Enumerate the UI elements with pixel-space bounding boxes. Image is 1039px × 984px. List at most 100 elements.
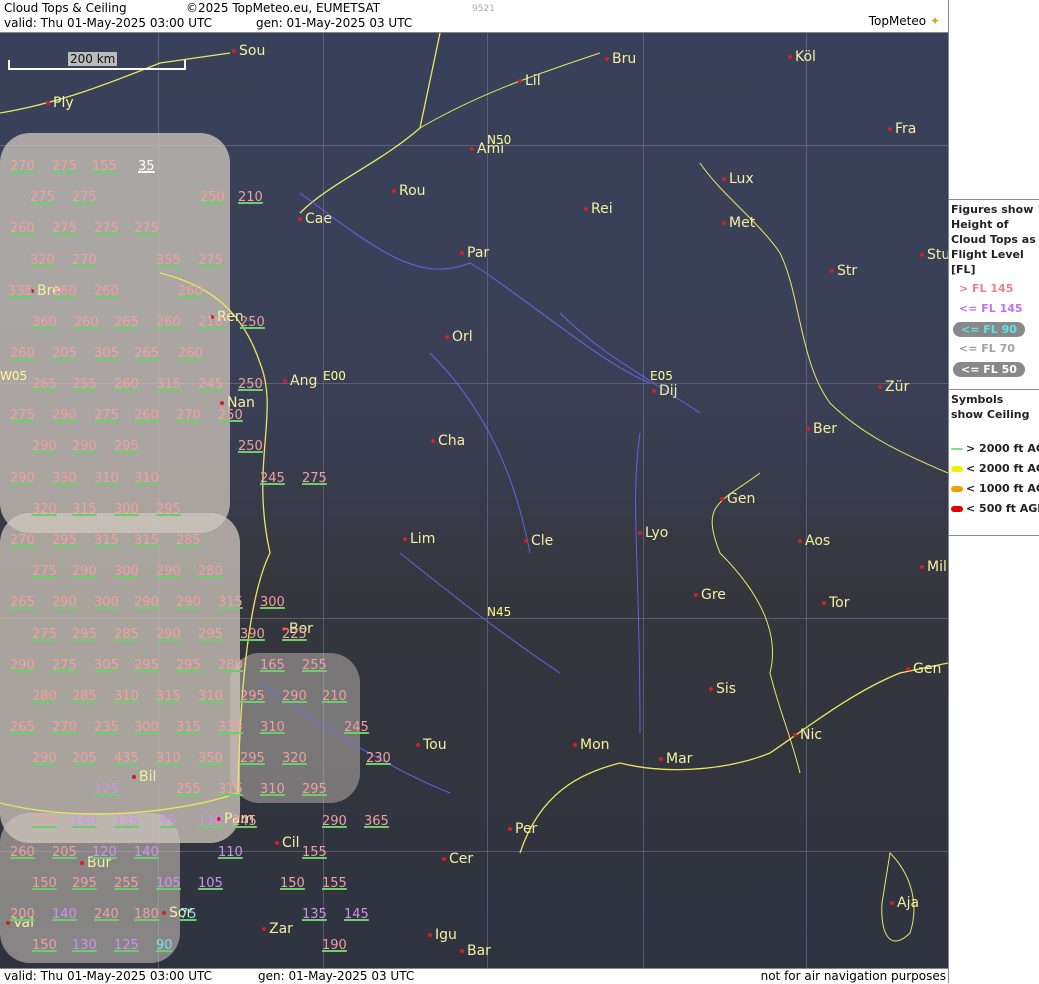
city-label: Cha [431, 433, 465, 449]
tops-legend-item: <= FL 90 [953, 322, 1025, 337]
tops-legend-item: > FL 145 [959, 282, 1014, 295]
city-dot-icon [709, 687, 713, 691]
flight-level-label: 355 [156, 253, 181, 268]
city-label: Mon [573, 737, 610, 753]
grid-coordinate-label: E05 [650, 369, 673, 383]
flight-level-label: 290 [134, 595, 159, 610]
city-label: Str [830, 263, 857, 279]
city-label: Bil [132, 769, 156, 785]
flight-level-label: 295 [114, 439, 139, 454]
city-dot-icon [659, 757, 663, 761]
flight-level-label: 180 [134, 907, 159, 922]
city-dot-icon [890, 901, 894, 905]
flight-level-label: 290 [10, 658, 35, 673]
flight-level-label: 275 [134, 221, 159, 236]
header-bar: Cloud Tops & Ceiling ©2025 TopMeteo.eu, … [0, 0, 948, 33]
city-dot-icon [508, 827, 512, 831]
flight-level-label: 150 [32, 938, 57, 953]
flight-level-label: 135 [302, 907, 327, 922]
flight-level-label: 315 [218, 782, 243, 797]
flight-level-label: 235 [94, 720, 119, 735]
city-label: Ang [283, 373, 317, 389]
ceiling-legend-item: < 500 ft AGL [951, 502, 1039, 515]
city-dot-icon [460, 949, 464, 953]
flight-level-label: 225 [282, 627, 307, 642]
city-label: Bru [605, 51, 636, 67]
city-label: Rou [392, 183, 426, 199]
city-label: Fra [888, 121, 916, 137]
flight-level-label: 200 [10, 907, 35, 922]
city-dot-icon [403, 537, 407, 541]
city-dot-icon [275, 841, 279, 845]
city-label: Lyo [638, 525, 668, 541]
flight-level-label: 260 [10, 346, 35, 361]
tops-legend-item: <= FL 50 [953, 362, 1025, 377]
city-dot-icon [788, 55, 792, 59]
city-dot-icon [694, 593, 698, 597]
flight-level-label: 275 [52, 159, 77, 174]
grid-coordinate-label: N45 [487, 605, 512, 619]
gen-time: gen: 01-May-2025 03 UTC [256, 16, 413, 30]
flight-level-label: 245 [232, 814, 257, 829]
flight-level-label: 295 [72, 627, 97, 642]
ceiling-symbol-icon [951, 506, 963, 512]
city-dot-icon [524, 539, 528, 543]
flight-level-label: 135 [114, 814, 139, 829]
flight-level-label: 240 [94, 907, 119, 922]
flight-level-label: 315 [156, 689, 181, 704]
grid-coordinate-label: E00 [323, 369, 346, 383]
flight-level-label: 210 [322, 689, 347, 704]
flight-level-label: 270 [10, 159, 35, 174]
city-label: Per [508, 821, 537, 837]
city-label: Tor [822, 595, 850, 611]
flight-level-label: 310 [94, 471, 119, 486]
flight-level-label: 290 [156, 627, 181, 642]
city-dot-icon [878, 385, 882, 389]
city-label: Dij [652, 383, 678, 399]
flight-level-label: 315 [176, 720, 201, 735]
city-label: Lil [518, 73, 541, 89]
city-dot-icon [906, 667, 910, 671]
flight-level-label: 260 [94, 284, 119, 299]
flight-level-label: 90 [156, 938, 173, 953]
flight-level-label: 275 [10, 408, 35, 423]
city-dot-icon [298, 217, 302, 221]
flight-level-label: 275 [94, 221, 119, 236]
flight-level-label: 300 [134, 720, 159, 735]
city-dot-icon [262, 927, 266, 931]
flight-level-label: 265 [134, 346, 159, 361]
city-dot-icon [806, 427, 810, 431]
city-label: Mar [659, 751, 692, 767]
flight-level-label: 275 [72, 190, 97, 205]
flight-level-label: 250 [238, 377, 263, 392]
flight-level-label: 140 [134, 845, 159, 860]
city-label: Aos [798, 533, 830, 549]
flight-level-label: 290 [72, 439, 97, 454]
tops-legend-title: Figures show Height of Cloud Tops as Fli… [951, 203, 1036, 276]
grid-coordinate-label: N50 [487, 133, 512, 147]
city-label: Ber [806, 421, 837, 437]
flight-level-label: 260 [178, 346, 203, 361]
map-title: Cloud Tops & Ceiling [4, 1, 127, 15]
flight-level-label: 265 [10, 595, 35, 610]
flight-level-label: 295 [240, 689, 265, 704]
city-dot-icon [162, 911, 166, 915]
city-dot-icon [220, 401, 224, 405]
flight-level-label: 275 [94, 408, 119, 423]
flight-level-label: 265 [10, 720, 35, 735]
city-dot-icon [573, 743, 577, 747]
flight-level-label: 260 [10, 845, 35, 860]
tops-legend-item: <= FL 70 [959, 342, 1015, 355]
flight-level-label: 330 [52, 471, 77, 486]
flight-level-label: 250 [200, 190, 225, 205]
tops-legend-item: <= FL 145 [959, 302, 1023, 315]
flight-level-label: 270 [176, 408, 201, 423]
city-label: Sou [232, 43, 265, 59]
city-dot-icon [442, 857, 446, 861]
valid-time: valid: Thu 01-May-2025 03:00 UTC [4, 16, 213, 30]
flight-level-label: 125 [114, 938, 139, 953]
city-dot-icon [830, 269, 834, 273]
flight-level-label: 295 [156, 502, 181, 517]
city-label: Mil [920, 559, 947, 575]
flight-level-label: 155 [302, 845, 327, 860]
